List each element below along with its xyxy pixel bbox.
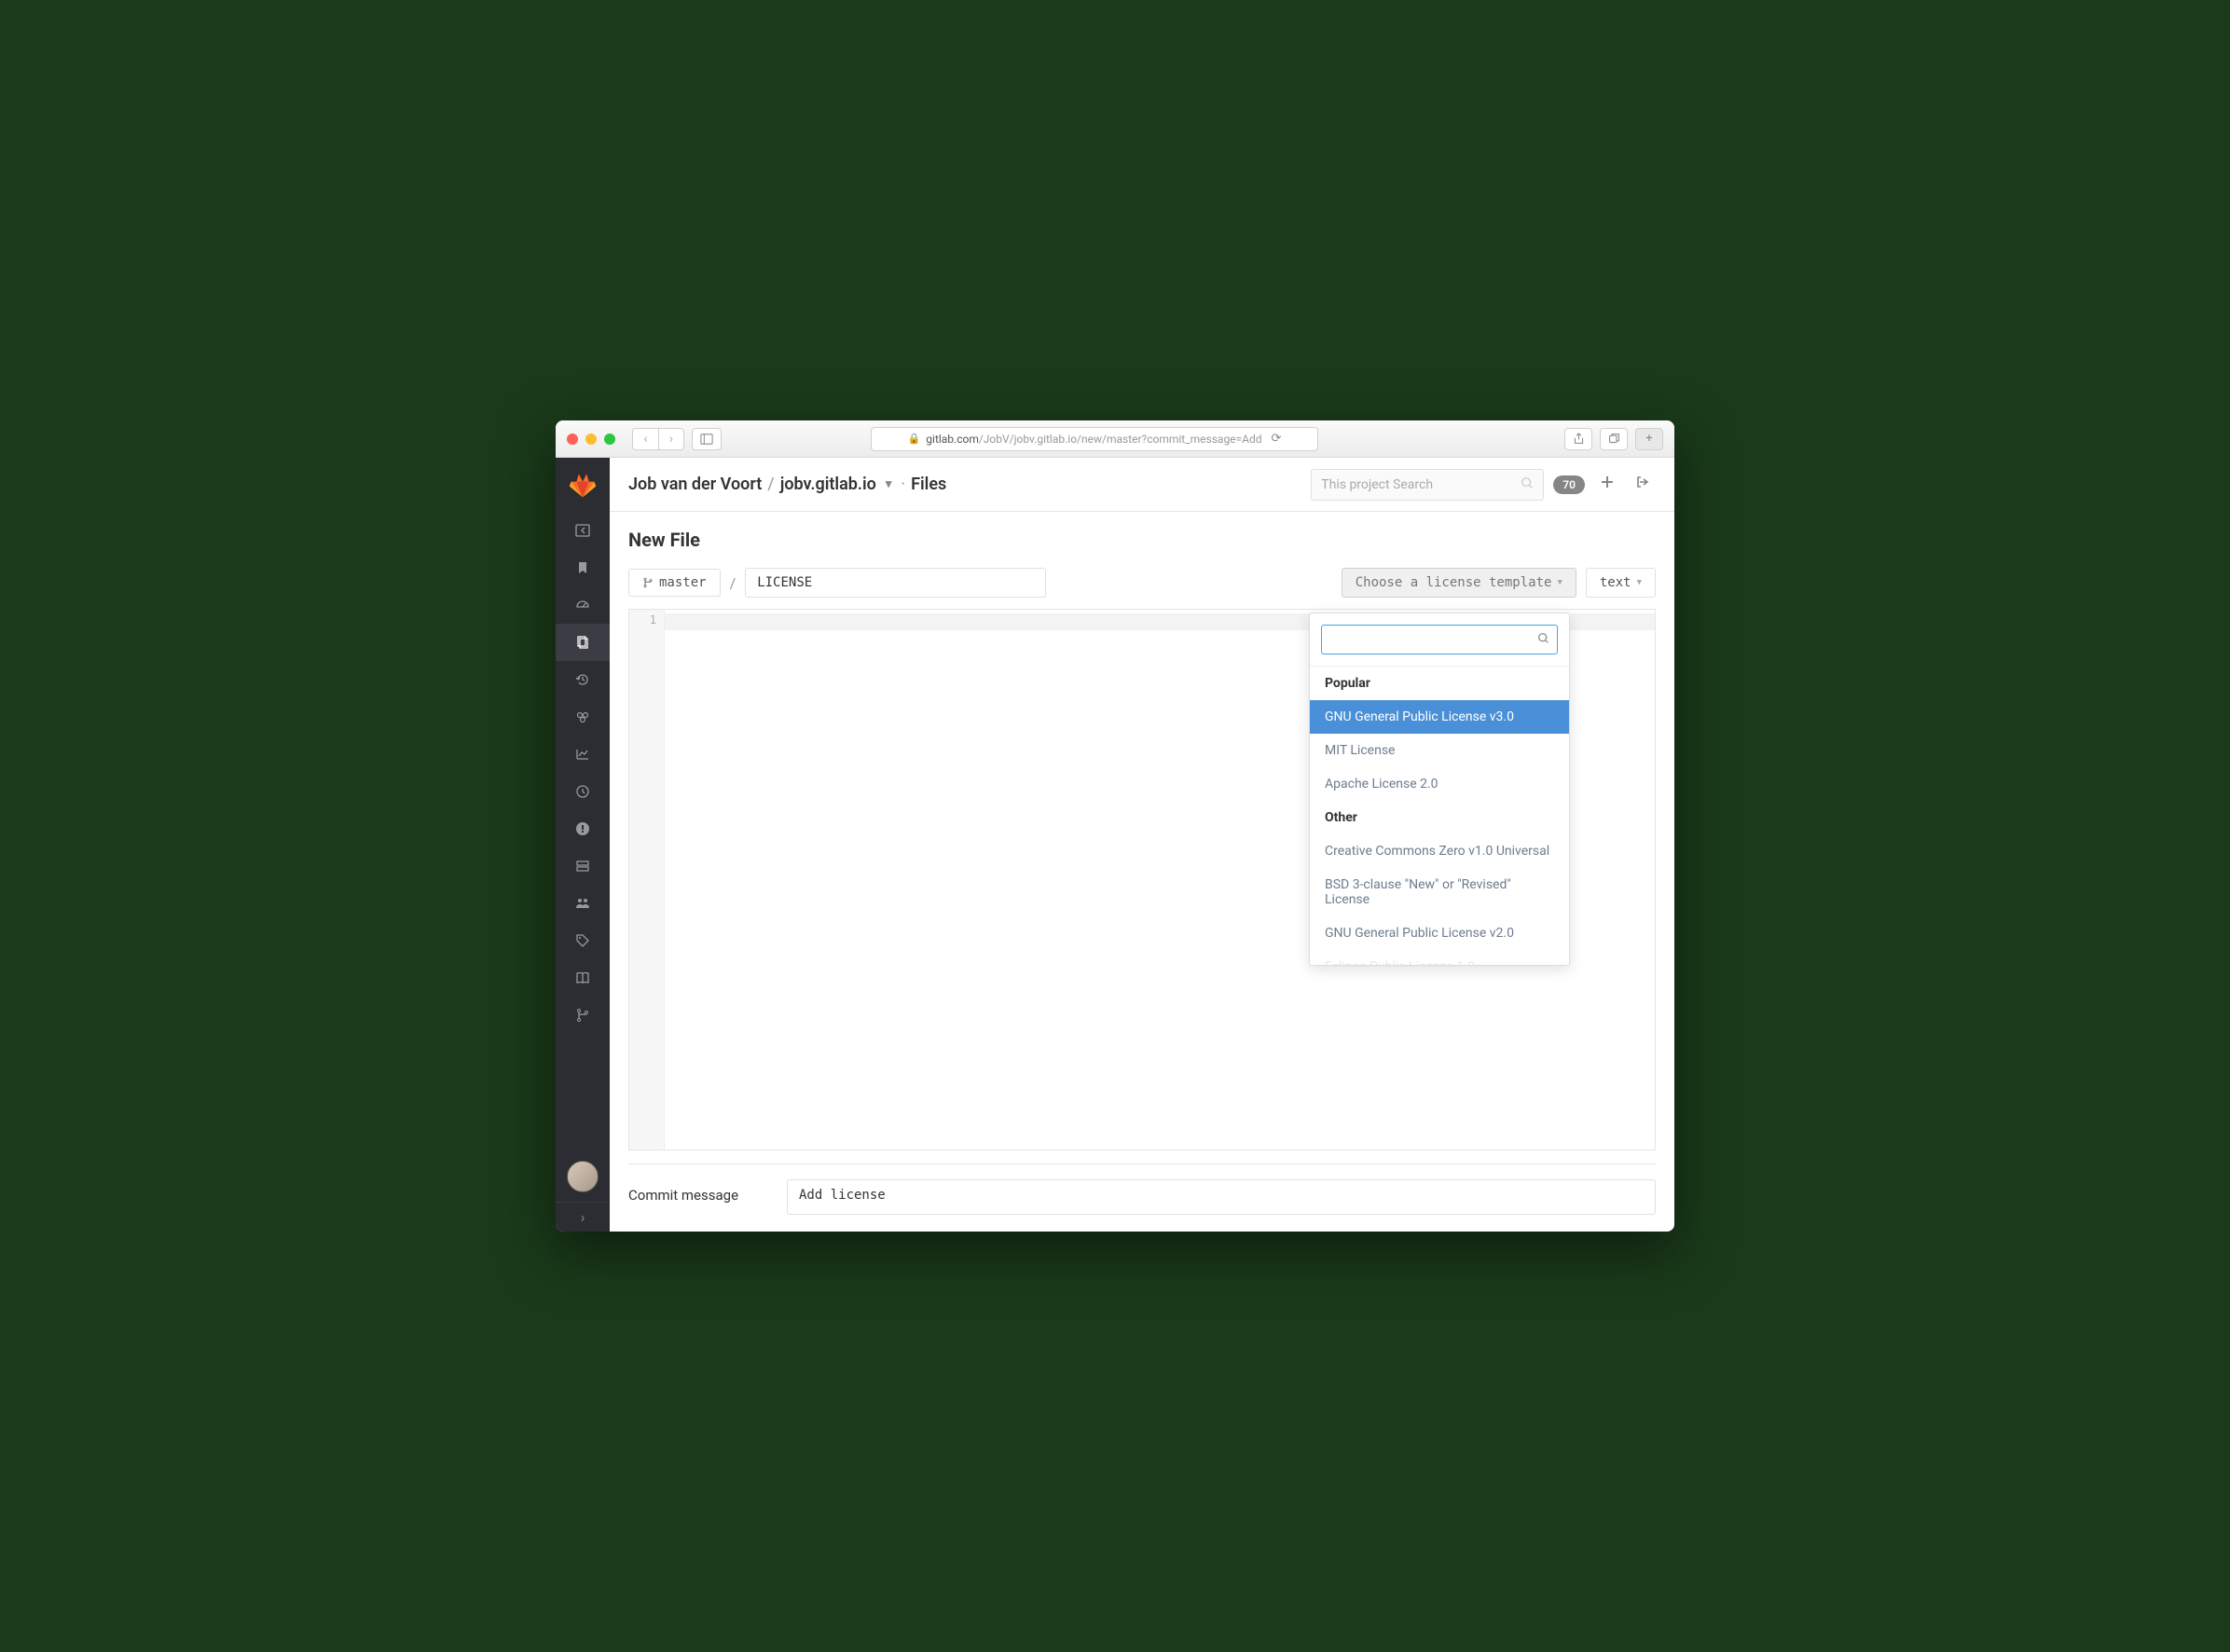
search-icon [1537,632,1549,648]
lock-icon: 🔒 [908,433,921,445]
url-domain: gitlab.com [926,433,979,446]
sidebar-item-packages[interactable] [556,698,610,736]
reload-icon[interactable]: ⟳ [1272,432,1282,446]
breadcrumb-project[interactable]: jobv.gitlab.io [780,475,876,494]
new-tab-button[interactable]: + [1635,428,1663,450]
sidebar-item-history[interactable] [556,661,610,698]
breadcrumb-section: Files [911,475,946,494]
sidebar-item-bookmark[interactable] [556,549,610,586]
caret-down-icon: ▼ [1557,578,1562,587]
main-content: Job van der Voort / jobv.gitlab.io ▾ · F… [610,458,1674,1232]
dropdown-search[interactable] [1321,625,1558,654]
sidebar-item-dashboard[interactable] [556,586,610,624]
breadcrumb: Job van der Voort / jobv.gitlab.io ▾ · F… [628,475,946,494]
chevron-down-icon[interactable]: ▾ [886,477,892,491]
caret-down-icon: ▼ [1637,578,1642,587]
commit-message-input[interactable]: Add license [787,1179,1656,1215]
sidebar-item-analytics[interactable] [556,736,610,773]
tabs-button[interactable] [1600,428,1628,450]
search-icon [1521,476,1534,493]
user-avatar[interactable] [567,1161,599,1192]
sidebar-expand-button[interactable]: › [556,1202,610,1232]
dropdown-header-popular: Popular [1310,667,1569,700]
gutter-line-1: 1 [629,613,656,630]
todos-badge[interactable]: 70 [1553,475,1585,494]
share-button[interactable] [1564,428,1592,450]
dropdown-header-other: Other [1310,801,1569,834]
dropdown-item-cc0[interactable]: Creative Commons Zero v1.0 Universal [1310,834,1569,868]
commit-row: Commit message Add license [628,1163,1656,1215]
dropdown-item-gpl3[interactable]: GNU General Public License v3.0 [1310,700,1569,734]
sidebar-item-wiki[interactable] [556,959,610,997]
editor-wrap: 1 Popular [628,609,1656,1150]
new-item-button[interactable] [1594,475,1620,494]
signout-button[interactable] [1630,475,1656,494]
browser-window: ‹ › 🔒 gitlab.com/JobV/jobv.gitlab.io/new… [556,420,1674,1232]
dropdown-item-bsd3[interactable]: BSD 3-clause "New" or "Revised" License [1310,868,1569,916]
license-template-dropdown[interactable]: Choose a license template ▼ [1342,568,1576,598]
format-button-label: text [1600,575,1631,590]
sidebar-toggle[interactable] [692,428,722,450]
sidebar-item-members[interactable] [556,885,610,922]
breadcrumb-owner[interactable]: Job van der Voort [628,475,762,494]
content-area: New File master / Choose a license templ… [610,512,1674,1232]
commit-message-label: Commit message [628,1179,768,1204]
forward-button[interactable]: › [658,428,684,450]
page-title: New File [628,529,1656,551]
left-sidebar: › [556,458,610,1232]
browser-titlebar: ‹ › 🔒 gitlab.com/JobV/jobv.gitlab.io/new… [556,420,1674,458]
sidebar-item-storage[interactable] [556,847,610,885]
format-dropdown[interactable]: text ▼ [1586,568,1656,598]
address-bar[interactable]: 🔒 gitlab.com/JobV/jobv.gitlab.io/new/mas… [871,427,1318,451]
window-controls [567,434,615,445]
dropdown-item-mit[interactable]: MIT License [1310,734,1569,767]
sidebar-item-files[interactable] [556,624,610,661]
topbar: Job van der Voort / jobv.gitlab.io ▾ · F… [610,458,1674,512]
nav-buttons: ‹ › [632,428,684,450]
dropdown-item-eclipse[interactable]: Eclipse Public License 1.0 [1310,950,1569,965]
path-separator: / [730,574,736,592]
project-search[interactable]: This project Search [1311,469,1544,501]
close-button[interactable] [567,434,578,445]
sidebar-item-branches[interactable] [556,997,610,1034]
dropdown-item-gpl2[interactable]: GNU General Public License v2.0 [1310,916,1569,950]
minimize-button[interactable] [585,434,597,445]
branch-name: master [659,575,707,590]
url-path: /JobV/jobv.gitlab.io/new/master?commit_m… [979,433,1262,446]
filename-input[interactable] [745,568,1046,598]
sidebar-item-issues[interactable] [556,810,610,847]
gitlab-logo[interactable] [556,458,610,512]
back-button[interactable]: ‹ [632,428,658,450]
dropdown-item-apache2[interactable]: Apache License 2.0 [1310,767,1569,801]
branch-selector[interactable]: master [628,569,721,597]
sidebar-item-tags[interactable] [556,922,610,959]
dropdown-search-input[interactable] [1329,633,1537,647]
template-button-label: Choose a license template [1356,575,1552,590]
app-container: › Job van der Voort / jobv.gitlab.io ▾ ·… [556,458,1674,1232]
sidebar-item-collapse[interactable] [556,512,610,549]
editor-gutter: 1 [629,610,665,1150]
maximize-button[interactable] [604,434,615,445]
sidebar-item-schedule[interactable] [556,773,610,810]
license-template-menu: Popular GNU General Public License v3.0 … [1309,613,1570,966]
search-placeholder: This project Search [1321,477,1433,492]
file-path-row: master / Choose a license template ▼ tex… [628,568,1656,598]
branch-icon [642,577,654,588]
